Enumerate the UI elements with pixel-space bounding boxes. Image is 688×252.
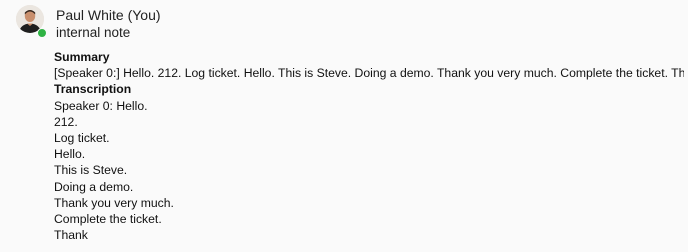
note-type-label: internal note xyxy=(56,25,131,40)
transcription-line: Log ticket. xyxy=(54,131,110,146)
transcription-line: Thank xyxy=(54,228,88,243)
transcription-line: Thank you very much. xyxy=(54,195,174,210)
transcription-line: Doing a demo. xyxy=(54,179,134,194)
online-status-indicator xyxy=(37,28,47,38)
summary-text: [Speaker 0:] Hello. 212. Log ticket. Hel… xyxy=(54,66,684,81)
transcription-line: Hello. xyxy=(54,147,86,162)
transcription-line: This is Steve. xyxy=(54,163,128,178)
internal-note-message: Paul White (You) internal note Summary [… xyxy=(0,0,688,252)
transcription-heading: Transcription xyxy=(54,82,132,97)
author-name[interactable]: Paul White (You) xyxy=(56,7,161,23)
summary-heading: Summary xyxy=(54,50,110,64)
note-body: Summary [Speaker 0:] Hello. 212. Log tic… xyxy=(54,49,684,243)
transcription-line: Speaker 0: Hello. xyxy=(54,98,148,113)
transcription-line: 212. xyxy=(54,114,78,129)
transcription-line: Complete the ticket. xyxy=(54,212,162,227)
